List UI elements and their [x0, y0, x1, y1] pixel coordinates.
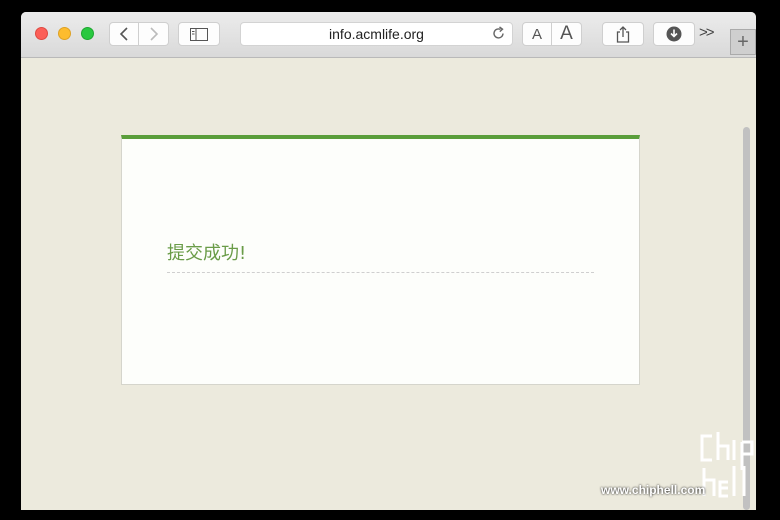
forward-button[interactable]: [139, 22, 169, 46]
back-button[interactable]: [109, 22, 139, 46]
zoom-window-button[interactable]: [81, 27, 94, 40]
sidebar-toggle-button[interactable]: [178, 22, 220, 46]
browser-toolbar: info.acmlife.org A A >> +: [21, 12, 756, 58]
close-window-button[interactable]: [35, 27, 48, 40]
download-icon: [666, 26, 682, 42]
sidebar-icon: [190, 27, 208, 41]
watermark-text: www.chiphell.com: [601, 483, 706, 497]
chevron-left-icon: [119, 27, 128, 41]
font-larger-button[interactable]: A: [552, 22, 582, 46]
minimize-window-button[interactable]: [58, 27, 71, 40]
downloads-button[interactable]: [653, 22, 695, 46]
browser-window: info.acmlife.org A A >> + 提交成功!: [21, 12, 756, 510]
submit-success-message: 提交成功!: [167, 243, 247, 264]
chiphell-logo-icon: [700, 432, 754, 498]
new-tab-button[interactable]: +: [730, 29, 756, 55]
dashed-divider: [167, 272, 594, 273]
font-smaller-button[interactable]: A: [522, 22, 552, 46]
result-card: 提交成功!: [121, 135, 640, 385]
share-button[interactable]: [602, 22, 644, 46]
address-bar[interactable]: info.acmlife.org: [240, 22, 513, 46]
page-content: 提交成功!: [21, 58, 756, 510]
chevron-right-icon: [149, 27, 158, 41]
more-toolbar-items-button[interactable]: >>: [699, 24, 714, 41]
share-icon: [616, 25, 630, 43]
reload-icon[interactable]: [491, 26, 506, 44]
address-url: info.acmlife.org: [329, 26, 424, 42]
